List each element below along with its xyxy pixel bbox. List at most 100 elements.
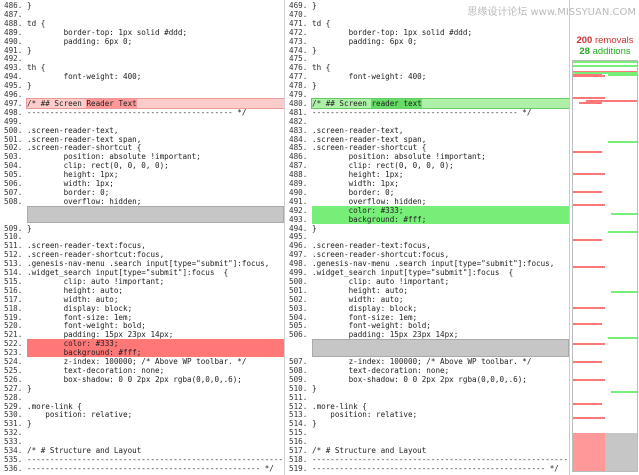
line-number: 486. [289, 152, 308, 162]
line-number: 507. [4, 187, 23, 197]
line-code: border-top: 1px solid #ddd; [312, 27, 473, 37]
line-number: 510. [4, 232, 23, 242]
addition-marker [608, 74, 637, 76]
added-line: 492. color: #333; [285, 205, 569, 215]
line-number: 518. [4, 303, 23, 313]
line-code: } [27, 45, 32, 55]
line-code: color: #333; [27, 339, 284, 349]
line-number: 476. [289, 63, 308, 73]
right-diff-pane[interactable]: 469.} 470. 471. td {472. border-top: 1px so… [284, 0, 569, 475]
line-number: 505. [289, 321, 308, 331]
line-number: 472. [289, 27, 308, 37]
line-number: 504. [4, 161, 23, 171]
code-line: 527.} [0, 384, 284, 393]
line-number: 516. [289, 437, 308, 447]
code-line: 486. position: absolute !important; [285, 152, 569, 161]
code-line: 533. [0, 437, 284, 446]
change-overview-map[interactable] [572, 60, 638, 472]
left-diff-pane[interactable]: 486.} 487. 488. td {489. border-top: 1px so… [0, 0, 284, 475]
line-code: td { [27, 18, 46, 28]
removal-marker [573, 75, 605, 77]
line-code: .screen-reader-shortcut:focus, [312, 250, 450, 260]
line-number: 492. [4, 54, 23, 64]
line-code: box-shadow: 0 0 2px 2px rgba(0,0,0,.6); [312, 374, 527, 384]
line-number: 522. [4, 339, 23, 349]
line-code: ----------------------------------------… [312, 454, 569, 464]
code-line: 511. .screen-reader-text:focus, [0, 241, 284, 250]
line-code: } [312, 81, 317, 91]
code-line: 536. ------------------------------------… [0, 464, 284, 473]
line-number: 488. [289, 170, 308, 180]
line-code: .genesis-nav-menu .search input[type="su… [312, 259, 555, 269]
removal-marker [573, 97, 605, 99]
line-number: 515. [4, 276, 23, 286]
line-code: ----------------------------------------… [312, 463, 559, 473]
code-line: 479. [285, 90, 569, 99]
line-code: .screen-reader-text, [27, 125, 119, 135]
line-number: 485. [289, 143, 308, 153]
code-line: 474.} [285, 46, 569, 55]
line-number: 510. [289, 383, 308, 393]
line-code: /* ## Screen Reader Text [26, 97, 284, 109]
code-line: 526. box-shadow: 0 0 2px 2px rgba(0,0,0,… [0, 375, 284, 384]
code-line: 498. .genesis-nav-menu .search input[type… [285, 259, 569, 268]
line-code: position: absolute !important; [27, 152, 201, 162]
line-code: .screen-reader-text span, [27, 134, 142, 144]
line-number: 507. [289, 357, 308, 366]
line-code: .screen-reader-text:focus, [27, 241, 146, 251]
line-number: 504. [289, 312, 308, 322]
line-number: 486. [4, 1, 23, 10]
code-line: 498. ------------------------------------… [0, 108, 284, 117]
removal-marker [573, 417, 605, 419]
code-line: 506. width: 1px; [0, 179, 284, 188]
line-number: 517. [4, 294, 23, 304]
removal-marker [573, 239, 602, 241]
line-number: 513. [4, 259, 23, 269]
line-number: 499. [4, 116, 23, 126]
line-code: text-decoration: none; [27, 365, 165, 375]
line-number: 498. [4, 107, 23, 117]
code-line: 494.} [285, 224, 569, 233]
code-line: 485. .screen-reader-shortcut { [285, 143, 569, 152]
line-number: 489. [4, 27, 23, 37]
code-line: 504. font-size: 1em; [285, 313, 569, 322]
line-code: .screen-reader-shortcut:focus, [27, 250, 165, 260]
line-number: 499. [289, 268, 308, 277]
line-number: 521. [4, 330, 23, 340]
line-number: 491. [4, 45, 23, 55]
line-number: 492. [289, 205, 308, 215]
line-number: 505. [4, 170, 23, 180]
line-number: 489. [289, 179, 308, 188]
line-number: 496. [4, 90, 23, 99]
line-code: display: block; [312, 303, 418, 313]
code-line: 514. .widget_search input[type="submit"]:… [0, 268, 284, 277]
removal-marker [573, 191, 602, 193]
line-code: td { [312, 18, 331, 28]
code-line: 493. th { [0, 63, 284, 72]
code-line: 528. [0, 393, 284, 402]
line-number: 525. [4, 365, 23, 375]
code-line: 497./* ## Screen Reader Text [0, 97, 284, 109]
addition-marker [608, 141, 637, 143]
code-line: 487. clip: rect(0, 0, 0, 0); [285, 161, 569, 170]
line-number: 490. [289, 187, 308, 197]
line-code: font-weight: 400; [312, 72, 427, 82]
code-line: 519. font-size: 1em; [0, 313, 284, 322]
code-line: 535. ------------------------------------… [0, 455, 284, 464]
line-number: 515. [289, 428, 308, 438]
code-line: 481. ------------------------------------… [285, 108, 569, 117]
removal-marker [573, 343, 605, 345]
code-line: 500. .screen-reader-text, [0, 126, 284, 135]
line-code: .genesis-nav-menu .search input[type="su… [27, 259, 270, 269]
line-code: width: 1px; [27, 179, 114, 188]
line-code: border: 0; [27, 187, 110, 197]
line-code: } [27, 81, 32, 91]
code-line: 483. .screen-reader-text, [285, 126, 569, 135]
added-line: 493. background: #fff; [285, 214, 569, 224]
line-code: .widget_search input[type="submit"]:focu… [312, 268, 514, 277]
line-number: 536. [4, 463, 23, 473]
diff-minimap[interactable]: 思缘设计论坛 www.MISSYUAN.COM 200 removals 28 … [467, 0, 639, 475]
code-line: 507. z-index: 100000; /* Above WP toolba… [285, 357, 569, 366]
line-code: /* # Structure and Layout [312, 446, 427, 455]
code-line: 511. [285, 393, 569, 402]
